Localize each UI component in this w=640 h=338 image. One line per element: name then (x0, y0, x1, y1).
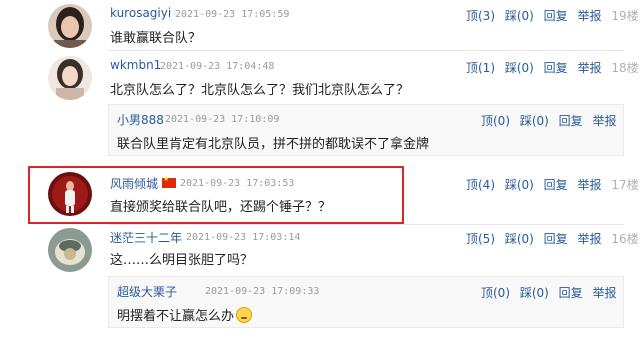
upvote-button[interactable]: 顶(0) (481, 286, 510, 300)
reply-button[interactable]: 回复 (544, 178, 568, 192)
comment-text: 北京队怎么了？北京队怎么了？我们北京队怎么了？ (110, 83, 410, 98)
comment-text: 联合队里肯定有北京队员，拼不拼的都耽误不了拿金牌 (117, 137, 430, 152)
downvote-button[interactable]: 踩(0) (520, 286, 549, 300)
upvote-button[interactable]: 顶(5) (466, 232, 495, 246)
comment-actions: 顶(1) 踩(0) 回复 举报 18楼 (460, 59, 639, 76)
floor-number: 16楼 (611, 232, 639, 246)
comment-actions: 顶(0) 踩(0) 回复 举报 (475, 284, 617, 301)
upvote-button[interactable]: 顶(0) (481, 114, 510, 128)
reply-button[interactable]: 回复 (559, 286, 583, 300)
username[interactable]: wkmbn1 (110, 58, 161, 72)
floor-number: 18楼 (611, 61, 639, 75)
comment-text: 明摆着不让赢怎么办 (117, 305, 253, 324)
timestamp: 2021-09-23 17:04:48 (160, 61, 275, 72)
downvote-button[interactable]: 踩(0) (520, 114, 549, 128)
report-button[interactable]: 举报 (578, 9, 602, 23)
report-button[interactable]: 举报 (578, 178, 602, 192)
avatar[interactable] (48, 228, 92, 272)
report-button[interactable]: 举报 (578, 61, 602, 75)
report-button[interactable]: 举报 (578, 232, 602, 246)
report-button[interactable]: 举报 (593, 286, 617, 300)
divider (108, 50, 624, 51)
timestamp: 2021-09-23 17:09:33 (205, 286, 320, 297)
comment-text-body: 明摆着不让赢怎么办 (117, 309, 235, 324)
comment-actions: 顶(5) 踩(0) 回复 举报 16楼 (460, 230, 639, 247)
comment-text: 这……么明目张胆了吗？ (110, 253, 254, 268)
reply-button[interactable]: 回复 (544, 9, 568, 23)
nested-reply: 小男888 2021-09-23 17:10:09 联合队里肯定有北京队员，拼不… (108, 104, 624, 156)
downvote-button[interactable]: 踩(0) (505, 232, 534, 246)
avatar[interactable] (48, 4, 92, 48)
floor-number: 19楼 (611, 9, 639, 23)
highlight-box (28, 166, 404, 224)
comment-actions: 顶(3) 踩(0) 回复 举报 19楼 (460, 7, 639, 24)
timestamp: 2021-09-23 17:03:14 (186, 232, 301, 243)
timestamp: 2021-09-23 17:10:09 (165, 114, 280, 125)
username[interactable]: 小男888 (117, 111, 164, 128)
floor-number: 17楼 (611, 178, 639, 192)
downvote-button[interactable]: 踩(0) (505, 61, 534, 75)
downvote-button[interactable]: 踩(0) (505, 9, 534, 23)
reply-button[interactable]: 回复 (544, 232, 568, 246)
comment-actions: 顶(0) 踩(0) 回复 举报 (475, 112, 617, 129)
comment-text: 谁敢赢联合队？ (110, 31, 202, 46)
username[interactable]: 迷茫三十二年 (110, 229, 182, 246)
nested-reply: 超级大栗子 2021-09-23 17:09:33 明摆着不让赢怎么办 顶(0)… (108, 276, 624, 328)
downvote-button[interactable]: 踩(0) (505, 178, 534, 192)
avatar[interactable] (48, 56, 92, 100)
upvote-button[interactable]: 顶(3) (466, 9, 495, 23)
sweat-emoji-icon (236, 307, 253, 323)
report-button[interactable]: 举报 (593, 114, 617, 128)
username[interactable]: kurosagiyi (110, 6, 171, 20)
upvote-button[interactable]: 顶(4) (466, 178, 495, 192)
upvote-button[interactable]: 顶(1) (466, 61, 495, 75)
timestamp: 2021-09-23 17:05:59 (175, 9, 290, 20)
divider (108, 224, 624, 225)
comment-actions: 顶(4) 踩(0) 回复 举报 17楼 (460, 176, 639, 193)
username[interactable]: 超级大栗子 (117, 283, 177, 300)
reply-button[interactable]: 回复 (559, 114, 583, 128)
reply-button[interactable]: 回复 (544, 61, 568, 75)
